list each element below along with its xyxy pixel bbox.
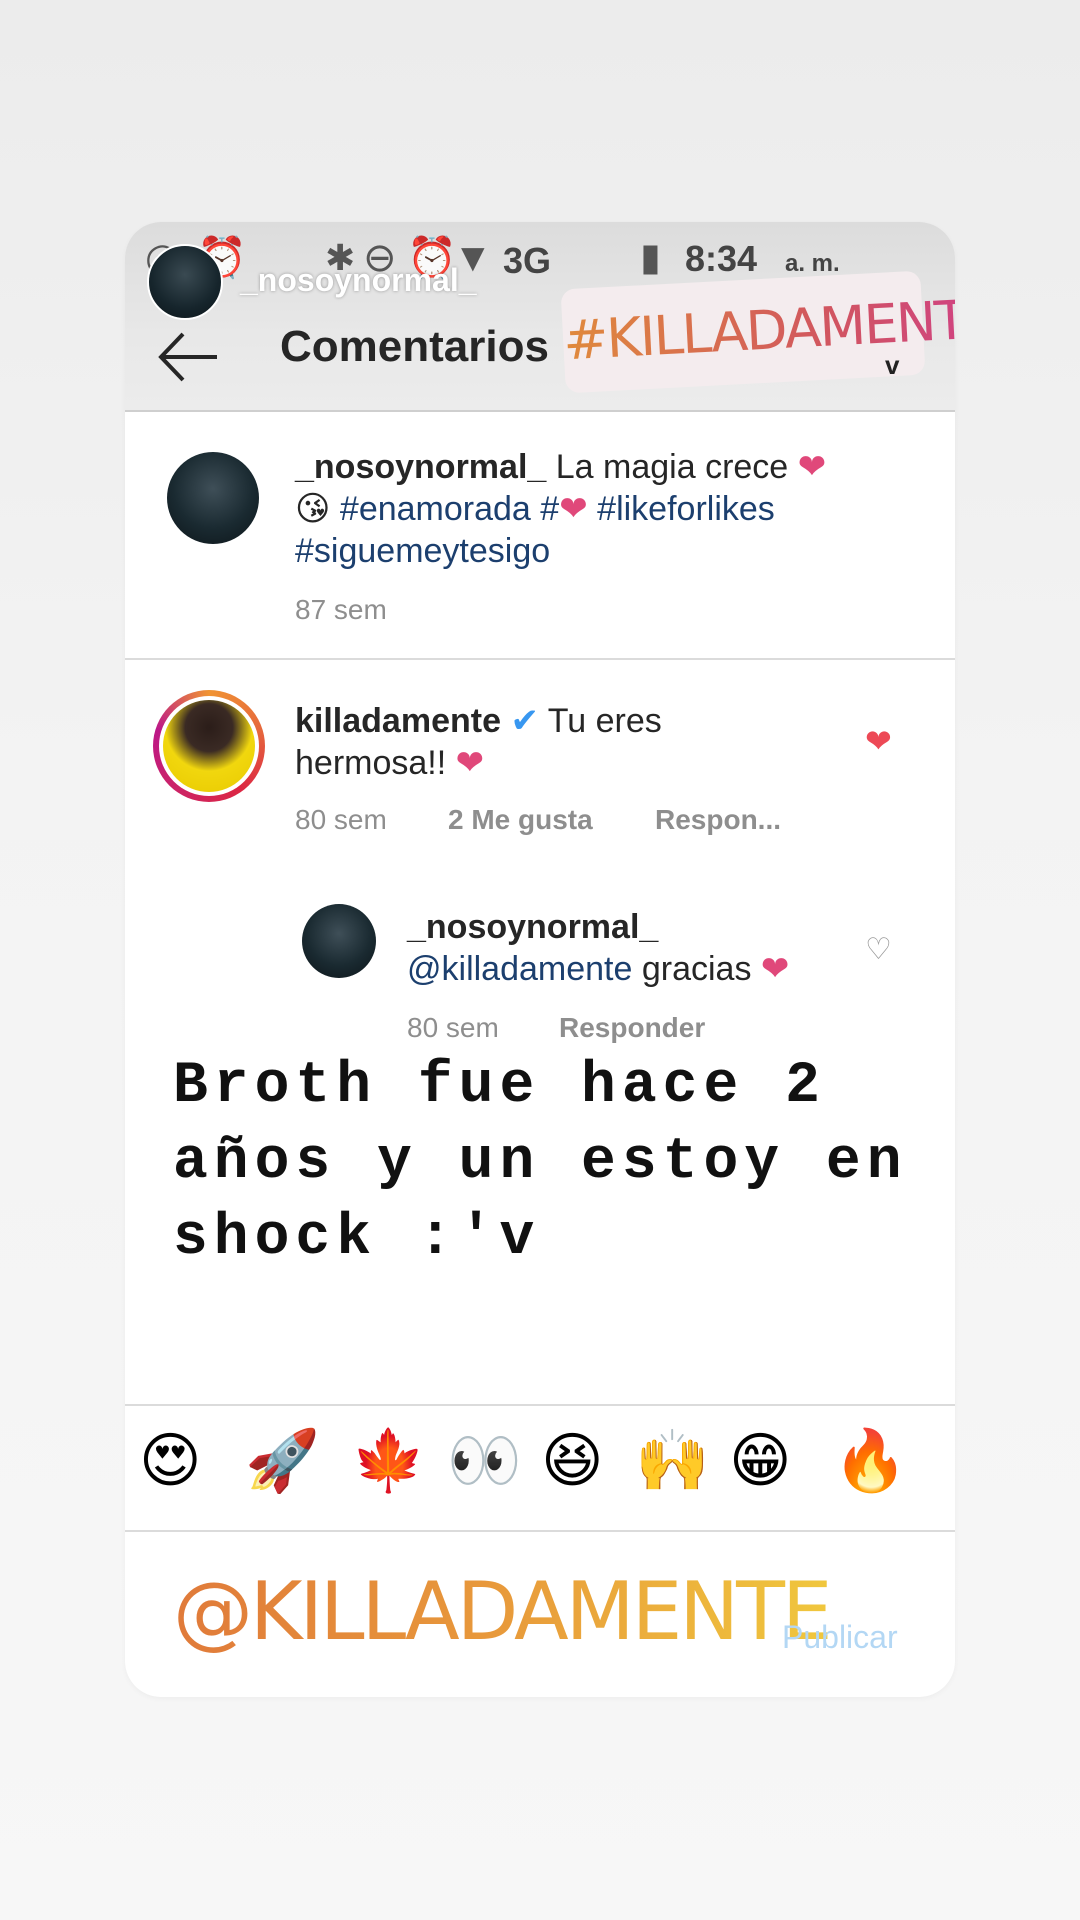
reply-body: gracias (641, 950, 752, 988)
comment-reply-button[interactable]: Respon... (655, 804, 781, 836)
heart-eyes-emoji-icon[interactable]: 😍 (139, 1426, 202, 1496)
reply-text: _nosoynormal_ @killadamente gracias ❤ (407, 906, 867, 990)
publish-button[interactable]: Publicar (782, 1619, 898, 1656)
caption-time: 87 sem (295, 594, 387, 625)
hashtag-link[interactable]: #likeforlikes (597, 490, 775, 528)
back-arrow-icon[interactable] (153, 322, 223, 392)
liked-heart-icon[interactable]: ❤ (865, 722, 892, 760)
verified-badge-icon: ✔ (510, 702, 539, 740)
story-avatar[interactable] (147, 244, 223, 320)
mention-link[interactable]: @killadamente (407, 950, 632, 988)
sticker-mark: v (885, 350, 900, 380)
grin-emoji-icon[interactable]: 😁 (729, 1426, 792, 1496)
eyes-emoji-icon[interactable]: 👀 (447, 1426, 522, 1496)
comment-text: killadamente ✔ Tu eres hermosa!! ❤ (295, 700, 815, 784)
hashtag-link[interactable]: # (540, 490, 559, 528)
reply-reply-button[interactable]: Responder (559, 1012, 705, 1044)
hashtag-link[interactable]: #siguemeytesigo (295, 532, 550, 570)
raised-hands-emoji-icon[interactable]: 🙌 (635, 1426, 710, 1496)
divider (125, 1530, 955, 1532)
hashtag-sticker: #KILLADAMENTE (560, 270, 955, 394)
story-username[interactable]: _nosoynormal_ (240, 262, 477, 299)
caption-body: La magia crece (555, 448, 789, 486)
heart-emoji-icon: ❤ (455, 744, 485, 782)
hashtag-link[interactable]: #enamorada (340, 490, 531, 528)
heart-emoji-icon: ❤ (797, 448, 827, 486)
kiss-emoji-icon: 😘 (295, 490, 331, 528)
caption-text: _nosoynormal_ La magia crece ❤ 😘 #enamor… (295, 446, 905, 572)
comments-screen: ◎ ⏰ ✱ ⊖ ⏰ ▼ 3G ▮ 8:34 a. m. _nosoynormal… (125, 222, 955, 1697)
laughing-emoji-icon[interactable]: 😆 (541, 1426, 604, 1496)
page-title: Comentarios (280, 322, 549, 371)
caption-avatar[interactable] (167, 452, 259, 544)
comment-time: 80 sem (295, 804, 387, 835)
divider (125, 658, 955, 660)
emoji-bar: 😍 🚀 🍁 👀 😆 🙌 😁 🔥 (125, 1404, 955, 1524)
commenter-avatar[interactable] (163, 700, 255, 792)
story-ring[interactable] (153, 690, 265, 802)
story-overlay-text: Broth fue hace 2 años y un estoy en shoc… (173, 1054, 908, 1271)
comment-body-line1: Tu eres (547, 702, 662, 740)
reply-avatar[interactable] (302, 904, 376, 978)
clock-time: 8:34 (685, 238, 758, 279)
battery-icon: ▮ (640, 237, 661, 279)
rocket-emoji-icon[interactable]: 🚀 (245, 1426, 320, 1496)
like-heart-outline-icon[interactable]: ♡ (865, 932, 892, 967)
clock-ampm: a. m. (785, 250, 840, 277)
maple-leaf-emoji-icon[interactable]: 🍁 (351, 1426, 426, 1496)
comment-likes[interactable]: 2 Me gusta (448, 804, 593, 836)
reply-time: 80 sem (407, 1012, 499, 1043)
caption-username[interactable]: _nosoynormal_ (295, 448, 546, 486)
heart-emoji-icon: ❤ (559, 490, 588, 528)
fire-emoji-icon[interactable]: 🔥 (833, 1426, 908, 1496)
comment-username[interactable]: killadamente (295, 702, 501, 740)
network-type: 3G (503, 240, 552, 281)
mention-sticker: @KILLADAMENTE (173, 1565, 833, 1658)
comment-body-line2: hermosa!! (295, 744, 447, 782)
header: ◎ ⏰ ✱ ⊖ ⏰ ▼ 3G ▮ 8:34 a. m. _nosoynormal… (125, 222, 955, 412)
reply-username[interactable]: _nosoynormal_ (407, 908, 658, 946)
heart-emoji-icon: ❤ (760, 950, 790, 988)
